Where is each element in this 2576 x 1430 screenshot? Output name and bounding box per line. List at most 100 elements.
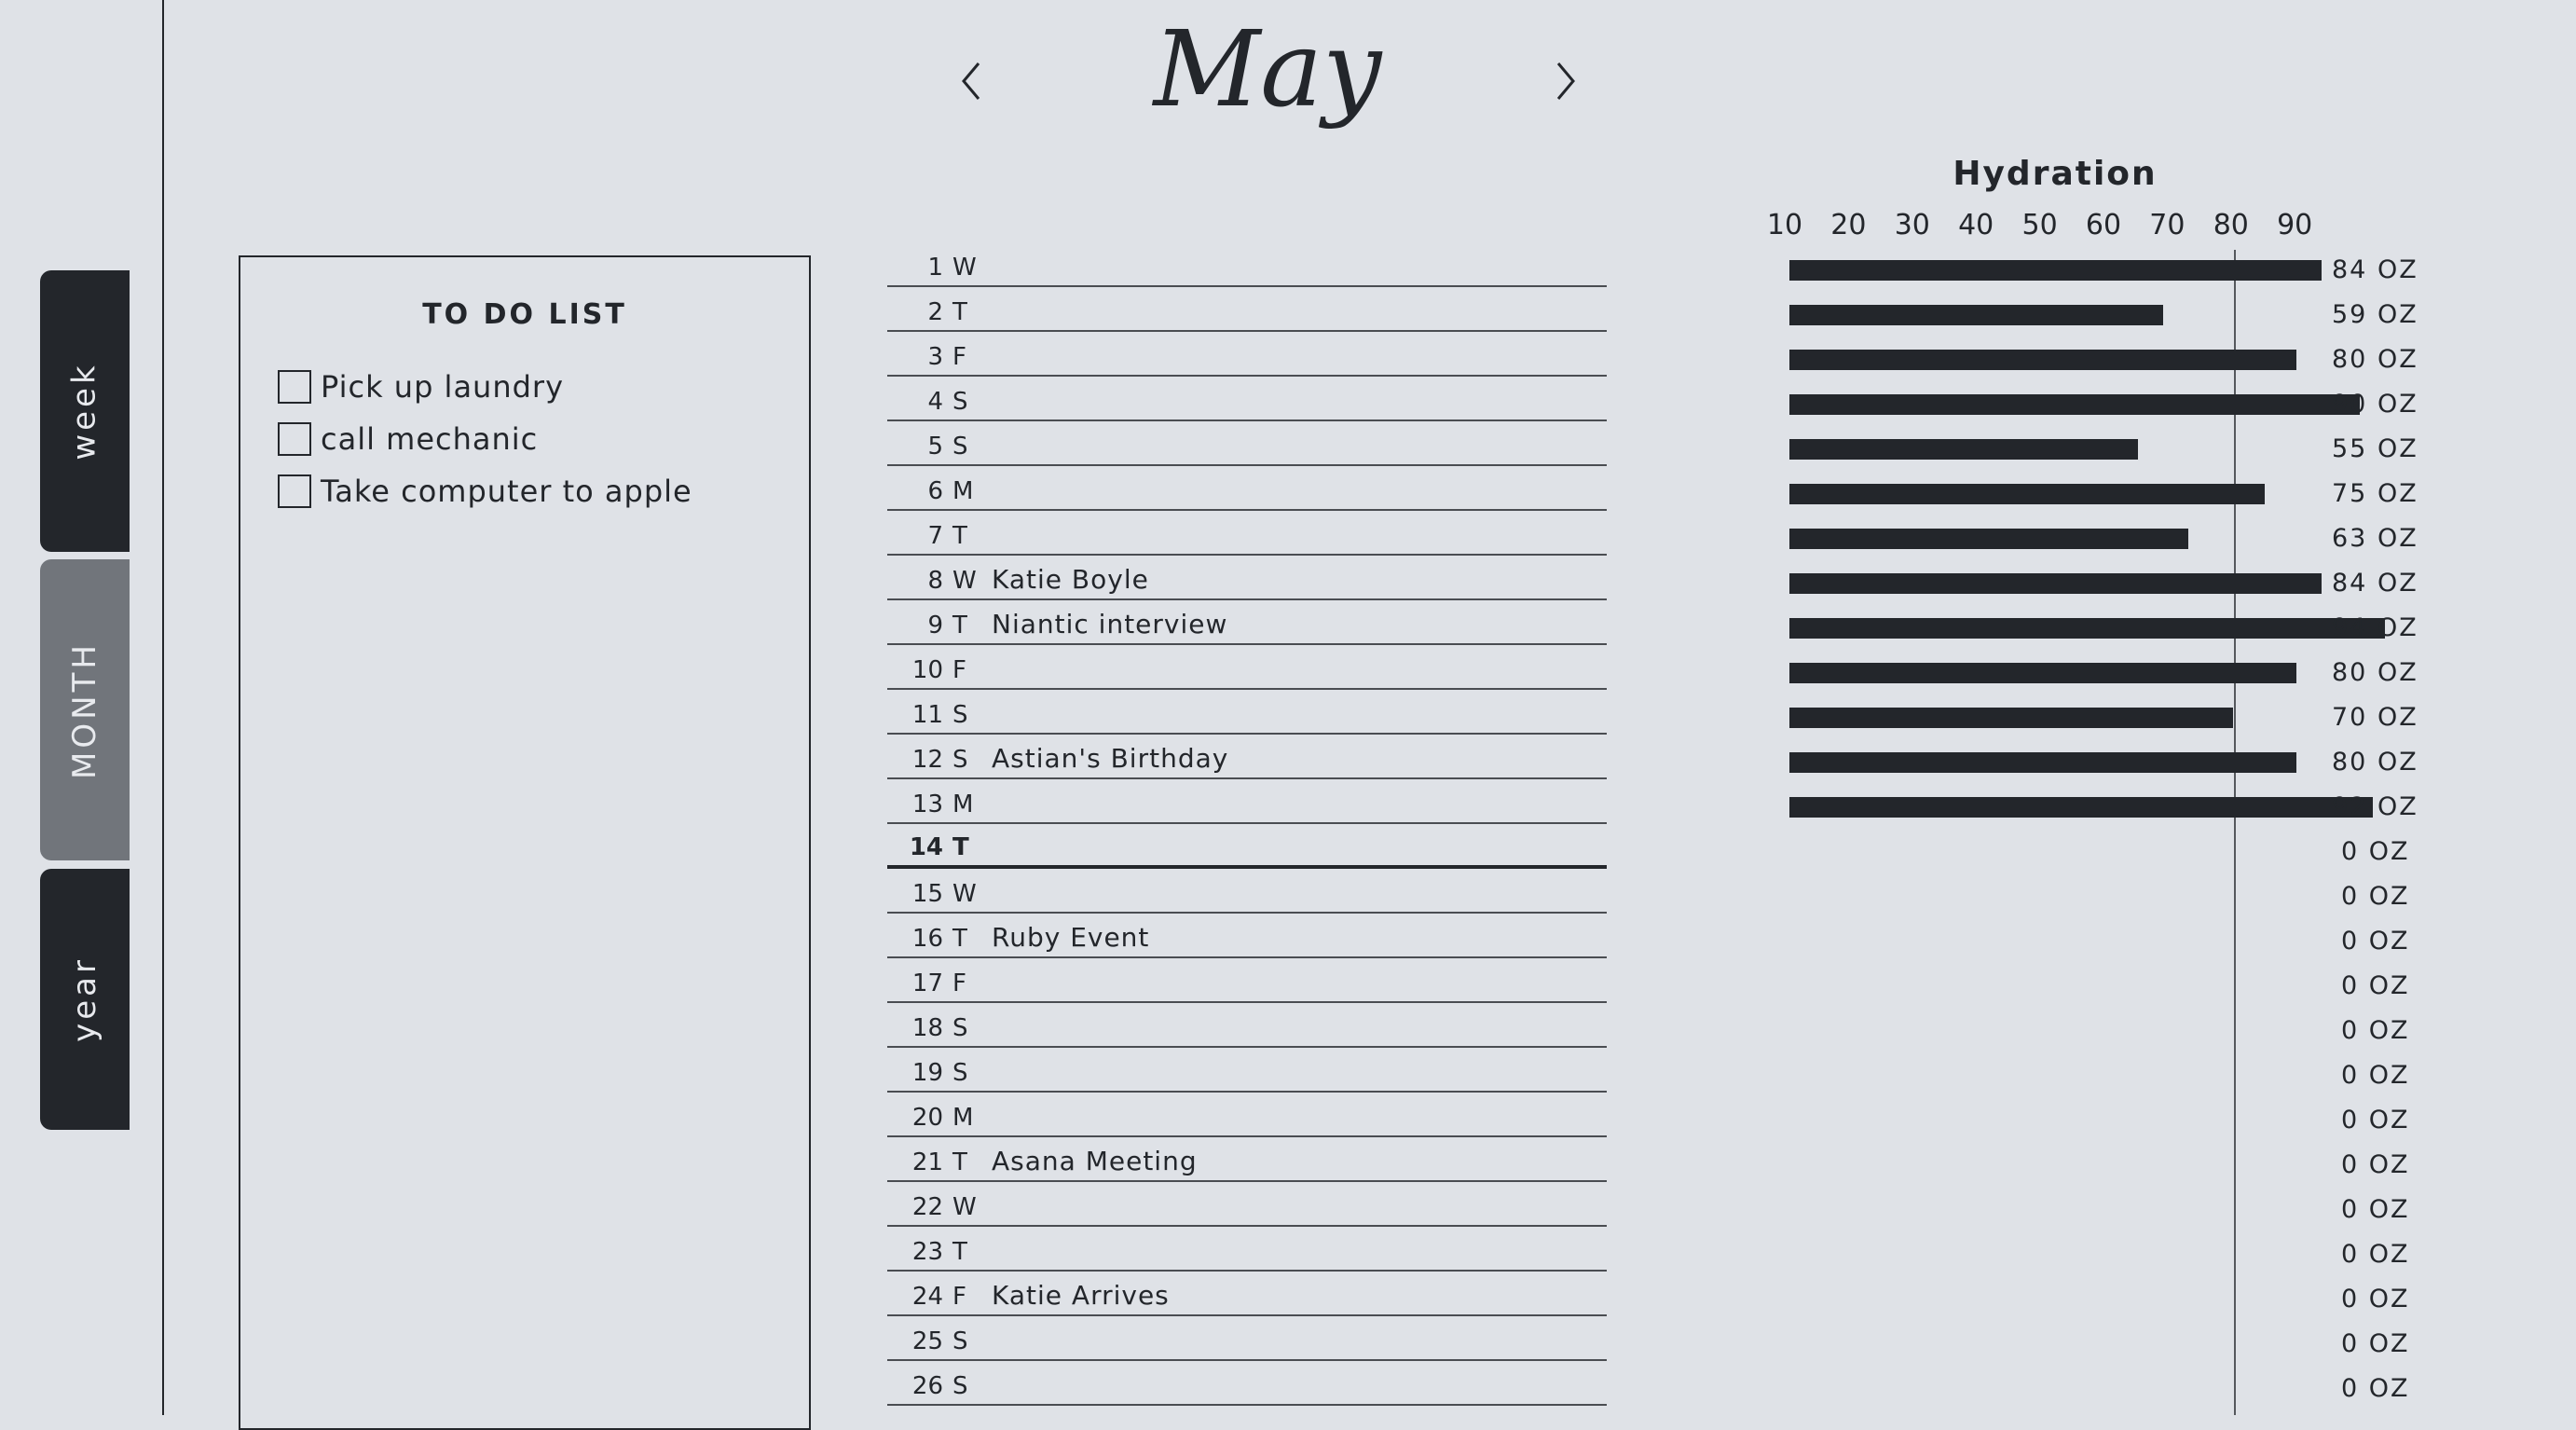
hydration-title: Hydration	[1953, 155, 2158, 193]
hydration-value-label: 0 OZ	[2341, 837, 2410, 866]
day-row[interactable]: 7T	[887, 511, 1607, 556]
hydration-bar	[1789, 752, 2296, 773]
day-row[interactable]: 21 T Asana Meeting	[887, 1137, 1607, 1182]
hydration-bar	[1789, 708, 2233, 728]
x-tick-label: 10	[1766, 209, 1803, 241]
todo-item[interactable]: Take computer to apple	[278, 474, 692, 509]
tab-month[interactable]: MONTH	[40, 559, 130, 860]
tab-week[interactable]: week	[40, 270, 130, 552]
next-month-button[interactable]	[1538, 48, 1594, 114]
day-event: Astian's Birthday	[992, 743, 1229, 774]
day-row[interactable]: 12 S Astian's Birthday	[887, 735, 1607, 779]
day-of-week: S	[952, 1327, 968, 1355]
tab-year[interactable]: year	[40, 869, 130, 1130]
hydration-bar	[1789, 350, 2296, 370]
day-number: 8	[927, 567, 943, 595]
x-tick-label: 60	[2085, 209, 2122, 241]
day-of-week: M	[952, 477, 974, 505]
x-tick-label: 80	[2213, 209, 2249, 241]
day-number: 24	[911, 1283, 943, 1311]
todo-item-label: Take computer to apple	[321, 474, 692, 509]
day-number: 22	[911, 1193, 943, 1221]
day-row[interactable]: 2T	[887, 287, 1607, 332]
day-of-week: F	[952, 1283, 966, 1311]
day-number: 23	[911, 1238, 943, 1266]
day-row[interactable]: 5S	[887, 421, 1607, 466]
hydration-value-label: 59 OZ	[2332, 300, 2418, 329]
day-number: 2	[927, 298, 943, 326]
x-tick-label: 30	[1894, 209, 1930, 241]
todo-checkbox[interactable]	[278, 422, 311, 456]
hydration-reference-line	[2234, 250, 2236, 1415]
todo-checkbox[interactable]	[278, 370, 311, 404]
day-of-week: W	[952, 567, 977, 595]
day-number: 26	[911, 1372, 943, 1400]
hydration-value-label: 0 OZ	[2341, 1150, 2410, 1179]
hydration-bar	[1789, 663, 2296, 683]
todo-item[interactable]: call mechanic	[278, 421, 538, 457]
day-row[interactable]: 6M	[887, 466, 1607, 511]
hydration-value-label: 80 OZ	[2332, 658, 2418, 687]
todo-title: TO DO LIST	[422, 298, 627, 331]
day-row[interactable]: 16 T Ruby Event	[887, 914, 1607, 958]
day-of-week: T	[952, 298, 967, 326]
day-row[interactable]: 26 S	[887, 1361, 1607, 1406]
day-of-week: W	[952, 880, 977, 908]
day-row[interactable]: 20 M	[887, 1093, 1607, 1137]
todo-checkbox[interactable]	[278, 474, 311, 508]
x-tick-label: 70	[2149, 209, 2185, 241]
prev-month-button[interactable]	[943, 48, 999, 114]
day-row[interactable]: 3F	[887, 332, 1607, 377]
day-row[interactable]: 13 M	[887, 779, 1607, 824]
day-number: 21	[911, 1148, 943, 1176]
day-row[interactable]: 18 S	[887, 1003, 1607, 1048]
day-number: 3	[927, 343, 943, 371]
day-of-week: F	[952, 656, 966, 684]
day-row[interactable]: 15 W	[887, 869, 1607, 914]
hydration-bar	[1789, 305, 2164, 325]
day-row[interactable]: 1W	[887, 242, 1607, 287]
todo-item[interactable]: Pick up laundry	[278, 369, 564, 405]
day-number: 18	[911, 1014, 943, 1042]
day-row[interactable]: 25 S	[887, 1316, 1607, 1361]
hydration-bar	[1789, 260, 2323, 281]
day-of-week: F	[952, 343, 966, 371]
sidebar-divider	[162, 0, 164, 1415]
hydration-value-label: 92 OZ	[2332, 792, 2418, 821]
day-of-week: S	[952, 746, 968, 774]
day-number: 4	[927, 388, 943, 416]
day-row[interactable]: 22 W	[887, 1182, 1607, 1227]
hydration-value-label: 0 OZ	[2341, 927, 2410, 956]
x-tick-label: 90	[2277, 209, 2313, 241]
hydration-value-label: 0 OZ	[2341, 1329, 2410, 1358]
hydration-value-label: 0 OZ	[2341, 882, 2410, 911]
x-tick-label: 50	[2021, 209, 2058, 241]
day-row-today[interactable]: 14 T	[887, 824, 1607, 869]
day-of-week: T	[952, 1238, 967, 1266]
day-row[interactable]: 23 T	[887, 1227, 1607, 1272]
day-event: Katie Boyle	[992, 564, 1149, 595]
day-number: 5	[927, 433, 943, 461]
day-row[interactable]: 4S	[887, 377, 1607, 421]
tab-year-label: year	[65, 956, 103, 1042]
day-row[interactable]: 11 S	[887, 690, 1607, 735]
day-row[interactable]: 24 F Katie Arrives	[887, 1272, 1607, 1316]
day-row[interactable]: 19 S	[887, 1048, 1607, 1093]
day-number: 10	[911, 656, 943, 684]
hydration-bar	[1789, 573, 2323, 594]
day-row[interactable]: 8 W Katie Boyle	[887, 556, 1607, 600]
hydration-value-label: 0 OZ	[2341, 1016, 2410, 1045]
day-event: Niantic interview	[992, 609, 1228, 639]
day-row[interactable]: 10 F	[887, 645, 1607, 690]
day-number: 25	[911, 1327, 943, 1355]
hydration-value-label: 80 OZ	[2332, 748, 2418, 777]
day-number: 13	[911, 791, 943, 818]
day-of-week: S	[952, 433, 968, 461]
hydration-value-label: 90 OZ	[2332, 390, 2418, 419]
day-of-week: F	[952, 969, 966, 997]
day-row[interactable]: 9 T Niantic interview	[887, 600, 1607, 645]
day-number: 15	[911, 880, 943, 908]
day-row[interactable]: 17 F	[887, 958, 1607, 1003]
day-number: 20	[911, 1104, 943, 1132]
day-of-week: W	[952, 254, 977, 282]
